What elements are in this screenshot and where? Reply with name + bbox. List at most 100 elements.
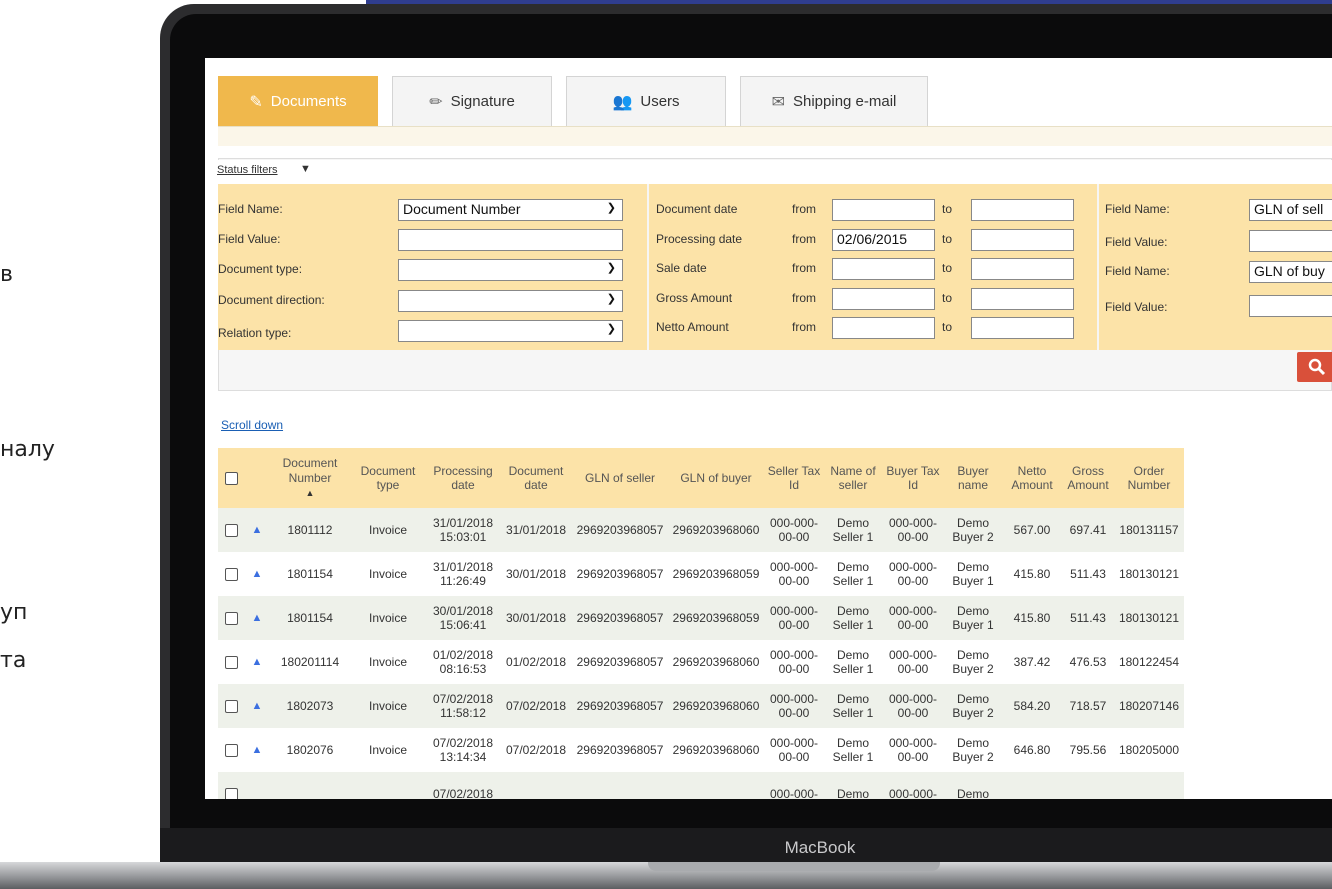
table-row[interactable]: ▲ 1801154 Invoice 30/01/2018 15:06:41 30/01/2…: [218, 596, 1184, 640]
cell-name-of-seller: Demo Seller 1: [824, 508, 882, 552]
search-button[interactable]: [1297, 352, 1332, 382]
cell-buyer-tax-id-text: 000-000-: [888, 559, 938, 574]
expand-row-icon[interactable]: ▲: [252, 700, 263, 712]
cell-gln-buyer: 2969203968060: [668, 640, 764, 684]
status-filters-link[interactable]: Status filters: [217, 164, 278, 176]
netto-amount-to-input[interactable]: [971, 317, 1074, 339]
header-gln-buyer[interactable]: GLN of buyer: [668, 448, 764, 508]
document-type-select[interactable]: ❯: [398, 259, 623, 281]
netto-amount-from-input[interactable]: [832, 317, 935, 339]
row-checkbox[interactable]: [224, 700, 238, 714]
cell-gln-buyer: 2969203968060: [668, 728, 764, 772]
document-date-to-input[interactable]: [971, 199, 1074, 221]
document-date-from-input[interactable]: [832, 199, 935, 221]
cell-netto-amount-text: 584.20: [1013, 698, 1051, 713]
cell-processing-date-text: 07/02/2018: [432, 691, 494, 706]
table-row[interactable]: ▲ 1802073 Invoice 07/02/2018 11:58:12 07/02/2…: [218, 684, 1184, 728]
row-checkbox[interactable]: [224, 788, 238, 799]
processing-date-from-input[interactable]: 02/06/2015: [832, 229, 935, 251]
tab-users[interactable]: 👥 Users: [566, 76, 726, 126]
cell-buyer-name-text: Demo: [956, 735, 989, 750]
select-all-checkbox[interactable]: [224, 472, 238, 486]
device-label: MacBook: [784, 838, 856, 857]
cell-buyer-tax-id: 000-000-: [882, 772, 944, 799]
cell-buyer-name-text: Demo: [956, 603, 989, 618]
header-netto-amount[interactable]: Netto Amount: [1002, 448, 1062, 508]
right-field-value-input-2[interactable]: [1249, 295, 1332, 317]
header-gross-amount[interactable]: Gross Amount: [1062, 448, 1114, 508]
expand-row-icon[interactable]: ▲: [252, 656, 263, 668]
tab-signature[interactable]: ✏ Signature: [392, 76, 552, 126]
relation-type-select[interactable]: ❯: [398, 320, 623, 342]
header-order-number[interactable]: Order Number: [1114, 448, 1184, 508]
cell-processing-date: 31/01/2018 15:03:01: [426, 508, 500, 552]
row-select-cell: [218, 772, 244, 799]
table-row[interactable]: ▲ 1801154 Invoice 31/01/2018 11:26:49 30/01/2…: [218, 552, 1184, 596]
tab-shipping-email[interactable]: ✉ Shipping e-mail: [740, 76, 928, 126]
cell-buyer-name: Demo Buyer 2: [944, 640, 1002, 684]
header-buyer-name[interactable]: Buyer name: [944, 448, 1002, 508]
cell-name-of-seller-text: Demo: [836, 647, 869, 662]
documents-table: Document Number ▲ Document type Processin…: [218, 448, 1184, 799]
row-checkbox[interactable]: [224, 568, 238, 582]
chevron-down-icon: ❯: [606, 323, 616, 335]
cell-buyer-tax-id: 000-000- 00-00: [882, 684, 944, 728]
scroll-down-link[interactable]: Scroll down: [221, 418, 283, 432]
cell-buyer-name: Demo Buyer 2: [944, 684, 1002, 728]
right-field-name-select-2[interactable]: GLN of buy: [1249, 261, 1332, 283]
row-checkbox[interactable]: [224, 524, 238, 538]
cell-buyer-tax-id-text: 00-00: [897, 530, 929, 544]
header-processing-date[interactable]: Processing date: [426, 448, 500, 508]
netto-amount-label: Netto Amount: [656, 320, 729, 334]
cell-gross-amount-text: 718.57: [1069, 698, 1107, 713]
header-buyer-tax-id[interactable]: Buyer Tax Id: [882, 448, 944, 508]
cell-document-type-text: Invoice: [368, 654, 408, 669]
cell-seller-tax-id-text: 00-00: [778, 574, 810, 588]
header-gln-seller[interactable]: GLN of seller: [572, 448, 668, 508]
header-name-of-seller[interactable]: Name of seller: [824, 448, 882, 508]
row-checkbox[interactable]: [224, 744, 238, 758]
cell-gross-amount: 697.41: [1062, 508, 1114, 552]
expand-row-icon[interactable]: ▲: [252, 744, 263, 756]
document-direction-select[interactable]: ❯: [398, 290, 623, 312]
documents-table-body: ▲ 1801112 Invoice 31/01/2018 15:03:01 31/01/2…: [218, 508, 1184, 799]
table-row[interactable]: ▲ 180201114 Invoice 01/02/2018 08:16:53 01/02…: [218, 640, 1184, 684]
table-row[interactable]: 07/02/2018 000-000- Demo 000-000- Demo: [218, 772, 1184, 799]
slide: в налу уп та MacBook ✎ Documents ✏ Signa…: [0, 0, 1332, 889]
cell-seller-tax-id: 000-000- 00-00: [764, 596, 824, 640]
row-checkbox[interactable]: [224, 656, 238, 670]
tab-documents[interactable]: ✎ Documents: [218, 76, 378, 126]
expand-row-icon[interactable]: ▲: [252, 524, 263, 536]
processing-date-to-input[interactable]: [971, 229, 1074, 251]
expand-row-icon[interactable]: ▲: [252, 568, 263, 580]
right-field-value-input-1[interactable]: [1249, 230, 1332, 252]
sale-date-from-input[interactable]: [832, 258, 935, 280]
sale-date-from-label: from: [792, 261, 816, 275]
gross-amount-to-input[interactable]: [971, 288, 1074, 310]
cell-document-type: Invoice: [350, 596, 426, 640]
cell-processing-date: 01/02/2018 08:16:53: [426, 640, 500, 684]
row-checkbox[interactable]: [224, 612, 238, 626]
cell-gln-seller-text: 2969203968057: [576, 522, 664, 537]
row-expand-cell: ▲: [244, 508, 270, 552]
table-row[interactable]: ▲ 1802076 Invoice 07/02/2018 13:14:34 07/02/2…: [218, 728, 1184, 772]
header-seller-tax-id[interactable]: Seller Tax Id: [764, 448, 824, 508]
table-row[interactable]: ▲ 1801112 Invoice 31/01/2018 15:03:01 31/01/2…: [218, 508, 1184, 552]
header-document-date[interactable]: Document date: [500, 448, 572, 508]
status-filters-row: [218, 160, 1332, 184]
status-filters-toggle-icon[interactable]: ▼: [300, 163, 311, 175]
field-value-input[interactable]: [398, 229, 623, 251]
header-document-number[interactable]: Document Number ▲: [270, 448, 350, 508]
header-document-type[interactable]: Document type: [350, 448, 426, 508]
field-name-select[interactable]: Document Number ❯: [398, 199, 623, 221]
cell-netto-amount: 567.00: [1002, 508, 1062, 552]
right-field-name-select-1[interactable]: GLN of sell: [1249, 199, 1332, 221]
cell-seller-tax-id-text: 000-000-: [769, 735, 819, 750]
cell-document-number-text: 1802073: [286, 698, 334, 713]
sale-date-to-input[interactable]: [971, 258, 1074, 280]
gross-amount-from-input[interactable]: [832, 288, 935, 310]
cell-document-number-text: 1801112: [287, 522, 333, 537]
cell-processing-date-text: 15:03:01: [439, 530, 487, 544]
expand-row-icon[interactable]: ▲: [252, 612, 263, 624]
cell-buyer-tax-id: 000-000- 00-00: [882, 596, 944, 640]
